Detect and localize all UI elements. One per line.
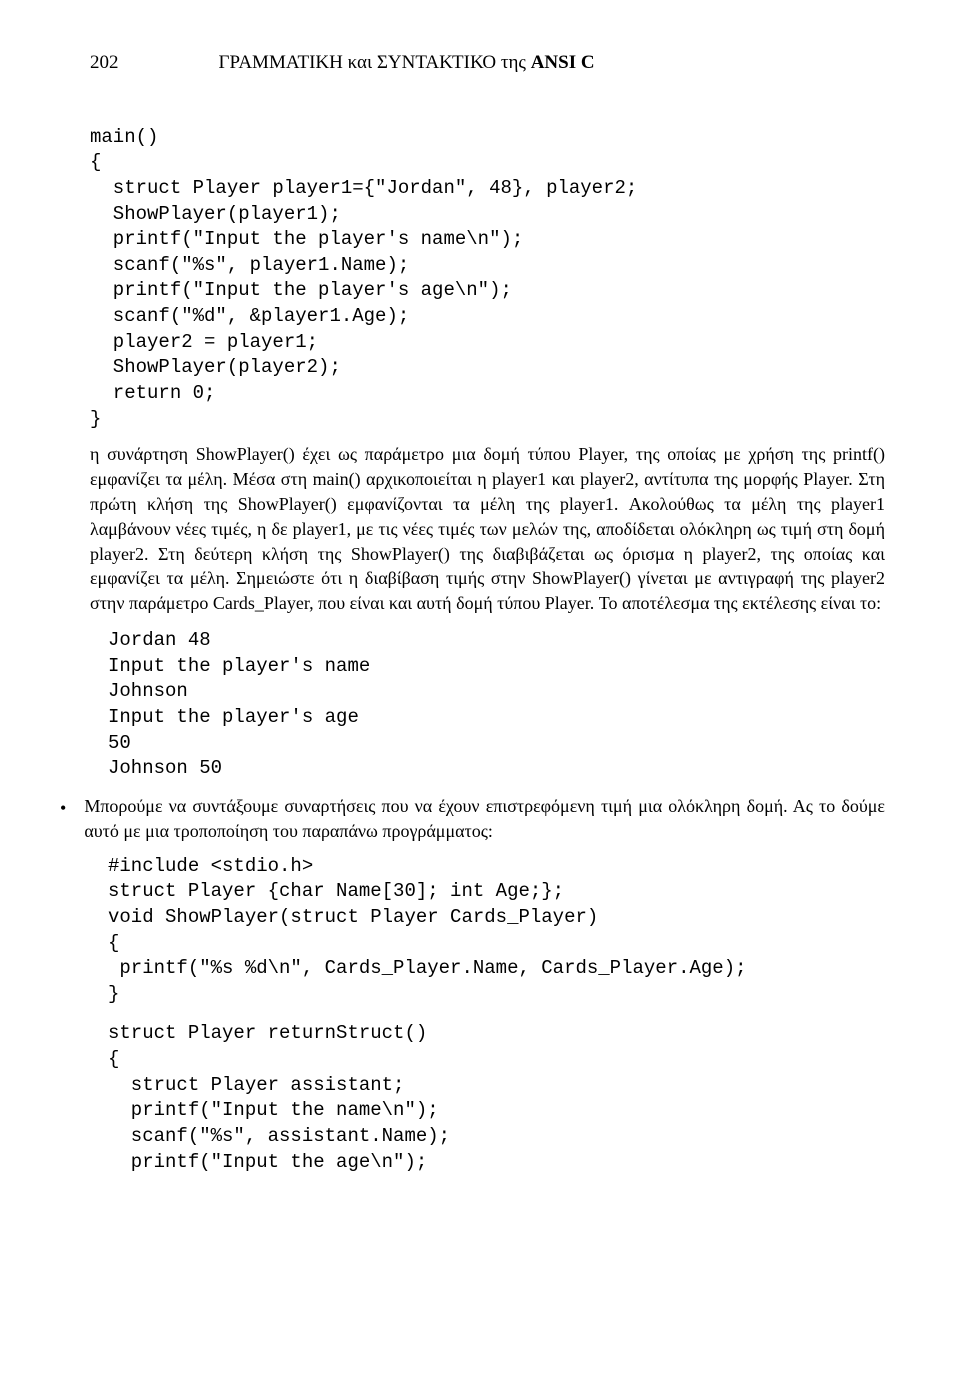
code-block-returnstruct: struct Player returnStruct() { struct Pl… bbox=[108, 1021, 885, 1175]
output-text: Jordan 48 Input the player's name Johnso… bbox=[108, 628, 885, 782]
code-returnstruct: struct Player returnStruct() { struct Pl… bbox=[108, 1021, 885, 1175]
code-include: #include <stdio.h> struct Player {char N… bbox=[108, 854, 885, 1008]
paragraph-explanation: η συνάρτηση ShowPlayer() έχει ως παράμετ… bbox=[90, 442, 885, 616]
code-block-main: main() { struct Player player1={"Jordan"… bbox=[90, 125, 885, 433]
program-output: Jordan 48 Input the player's name Johnso… bbox=[108, 628, 885, 782]
bullet-marker-icon: • bbox=[60, 796, 66, 844]
running-title-bold: ANSI C bbox=[531, 52, 595, 73]
running-title-plain: ΓΡΑΜΜΑΤΙΚΗ και ΣΥΝΤΑΚΤΙΚΟ της bbox=[219, 52, 531, 73]
page-number: 202 bbox=[90, 50, 119, 77]
running-header: ΓΡΑΜΜΑΤΙΚΗ και ΣΥΝΤΑΚΤΙΚΟ της ANSI C bbox=[219, 50, 595, 77]
code-main: main() { struct Player player1={"Jordan"… bbox=[90, 125, 885, 433]
bullet-item: • Μπορούμε να συντάξουμε συναρτήσεις που… bbox=[60, 794, 885, 844]
code-block-include: #include <stdio.h> struct Player {char N… bbox=[108, 854, 885, 1008]
bullet-text: Μπορούμε να συντάξουμε συναρτήσεις που ν… bbox=[84, 794, 885, 844]
page-header: 202 ΓΡΑΜΜΑΤΙΚΗ και ΣΥΝΤΑΚΤΙΚΟ της ANSI C bbox=[90, 50, 885, 77]
